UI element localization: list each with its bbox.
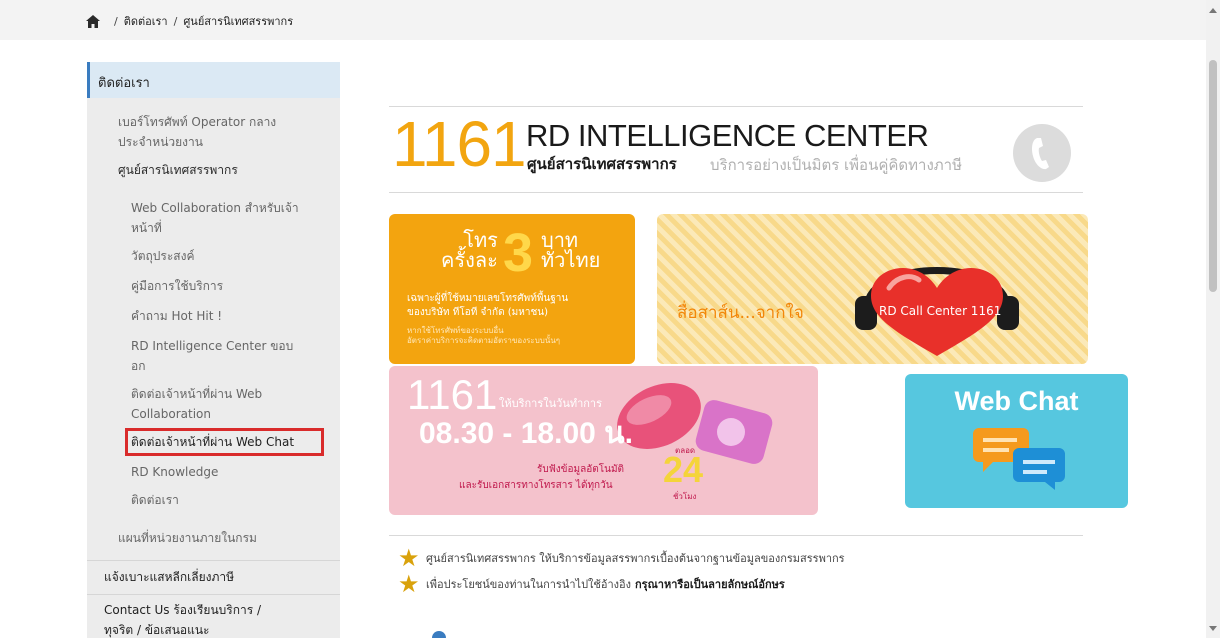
sidebar-item-label: ติดต่อเรา [131,493,179,507]
sidebar-header-label: ติดต่อเรา [98,76,150,91]
rate-text-left: โทร ครั้งละ [441,230,498,270]
rate-word-baht: บาท [541,228,579,252]
rate-price: 3 [503,223,534,283]
breadcrumb-separator: / [114,14,118,28]
sidebar-item-hot-hit[interactable]: คำถาม Hot Hit ! [131,306,222,326]
scroll-up-icon[interactable] [1209,8,1217,13]
sidebar-item-label: แผนที่หน่วยงานภายในกรม [118,531,257,545]
rate-word-call: โทร [463,228,498,252]
sidebar-item-label: วัตถุประสงค์ [131,249,195,263]
sidebar-divider [87,594,340,595]
sidebar-item-label: แจ้งเบาะแสหลีกเลี่ยงภาษี [104,570,235,584]
sidebar-item-office-map[interactable]: แผนที่หน่วยงานภายในกรม [118,528,257,548]
page-subtitle-light: บริการอย่างเป็นมิตร เพื่อนคู่คิดทางภาษี [710,156,962,174]
hours-time-range: 08.30 - 18.00 น. [419,417,633,450]
star-icon: ★ [398,544,420,572]
sidebar-item-label: RD Intelligence Center ขอบ [131,339,294,353]
sidebar-item-label: Web Collaboration สำหรับเจ้า [131,201,299,215]
headset-heart-icon [855,267,1019,356]
rate-note-line1: เฉพาะผู้ที่ใช้หมายเลขโทรศัพท์พื้นฐาน [407,293,569,304]
sidebar-item-web-collab-staff[interactable]: Web Collaboration สำหรับเจ้า หน้าที่ [131,198,299,238]
sidebar-item-operator[interactable]: เบอร์โทรศัพท์ Operator กลาง ประจำหน่วยงา… [118,112,276,152]
call-center-heart-label: RD Call Center 1161 [879,304,1002,318]
content-divider [389,535,1083,536]
hotline-number: 1161 [392,108,527,180]
sidebar-item-tax-evasion-report[interactable]: แจ้งเบาะแสหลีกเลี่ยงภาษี [104,567,234,587]
rate-text-right: บาท ทั่วไทย [541,230,600,270]
chat-bubbles-icon [973,428,1065,490]
call-center-banner[interactable]: สื่อสาส์น...จากใจ RD Call Center 1161 [657,214,1088,364]
sidebar-item-objective[interactable]: วัตถุประสงค์ [131,246,195,266]
hours-unit-label: ชั่วโมง [673,492,697,501]
sidebar-menu: ติดต่อเรา เบอร์โทรศัพท์ Operator กลาง ปร… [87,62,340,638]
hours-fax-info: และรับเอกสารทางโทรสาร ได้ทุกวัน [459,480,613,491]
breadcrumb-item-contact[interactable]: ติดต่อเรา [124,12,168,30]
sidebar-item-label: ติดต่อเจ้าหน้าที่ผ่าน Web [131,387,263,401]
breadcrumb: / ติดต่อเรา / ศูนย์สารนิเทศสรรพากร [86,12,293,30]
scroll-thumb[interactable] [1209,60,1217,292]
sidebar-item-label: คู่มือการใช้บริการ [131,279,224,293]
hours-service-label: ให้บริการในวันทำการ [499,397,603,410]
info-bullet: ★ เพื่อประโยชน์ของท่านในการนำไปใช้อ้างอิ… [398,570,785,598]
info-bullet-text: เพื่อประโยชน์ของท่านในการนำไปใช้อ้างอิง [426,578,632,591]
sidebar-item-manual[interactable]: คู่มือการใช้บริการ [131,276,223,296]
page-title: RD INTELLIGENCE CENTER [526,118,929,153]
highlight-box [125,428,324,456]
sidebar-item-label: RD Knowledge [131,465,219,479]
info-bullet: ★ ศูนย์สารนิเทศสรรพากร ให้บริการข้อมูลสร… [398,544,845,572]
sidebar-item-contact-us[interactable]: Contact Us ร้องเรียนบริการ / ทุจริต / ข้… [104,600,261,638]
call-center-slogan: สื่อสาส์น...จากใจ [677,303,804,323]
header-divider-bottom [389,192,1083,193]
sidebar-item-web-collaboration[interactable]: ติดต่อเจ้าหน้าที่ผ่าน Web Collaboration [131,384,262,424]
sidebar-item-rd-knowledge[interactable]: RD Knowledge [131,462,218,482]
hours-auto-info: รับฟังข้อมูลอัตโนมัติ [537,464,625,475]
hours-hotline-number: 1161 [407,371,498,418]
sidebar-item-label: หน้าที่ [131,221,162,235]
phone-icon [1013,124,1071,182]
sidebar-item-label: ทุจริต / ข้อเสนอแนะ [104,623,210,637]
page-scrollbar[interactable] [1206,0,1220,638]
scroll-down-icon[interactable] [1209,626,1217,631]
info-bullet-emphasis: กรุณาหารือเป็นลายลักษณ์อักษร [635,578,785,591]
sidebar-item-label: ศูนย์สารนิเทศสรรพากร [118,163,238,177]
rate-fine-line1: หากใช้โทรศัพท์ของระบบอื่น [407,326,504,335]
rate-word-per-call: ครั้งละ [441,248,498,272]
sidebar-item-label: ประจำหน่วยงาน [118,135,203,149]
hours-24: 24 [663,449,704,490]
home-icon[interactable] [86,14,100,28]
breadcrumb-bar: / ติดต่อเรา / ศูนย์สารนิเทศสรรพากร [0,0,1206,40]
breadcrumb-separator: / [173,14,178,28]
rate-word-nationwide: ทั่วไทย [541,248,601,272]
web-chat-banner[interactable]: Web Chat [905,374,1128,508]
sidebar-item-intelligence-center[interactable]: RD Intelligence Center ขอบ อก [131,336,293,376]
web-chat-title: Web Chat [954,386,1079,416]
page-subtitle-bold: ศูนย์สารนิเทศสรรพากร [527,155,677,173]
globe-icon [432,631,446,638]
sidebar-item-label: Contact Us ร้องเรียนบริการ / [104,603,262,617]
sidebar-item-contact[interactable]: ติดต่อเรา [131,490,179,510]
service-hours-banner[interactable]: 1161 ให้บริการในวันทำการ 08.30 - 18.00 น… [389,366,818,515]
sidebar-item-label: เบอร์โทรศัพท์ Operator กลาง [118,115,277,129]
sidebar-item-info-center[interactable]: ศูนย์สารนิเทศสรรพากร [118,160,238,180]
breadcrumb-item-current[interactable]: ศูนย์สารนิเทศสรรพากร [183,12,293,30]
sidebar-item-label: Collaboration [131,407,211,421]
rate-note-line2: ของบริษัท ทีโอที จำกัด (มหาชน) [407,307,548,318]
info-bullet-text: ศูนย์สารนิเทศสรรพากร ให้บริการข้อมูลสรรพ… [426,552,845,565]
sidebar-item-label: อก [131,359,146,373]
rate-fine-line2: อัตราค่าบริการจะคิดตามอัตราของระบบนั้นๆ [407,336,561,345]
sidebar-item-label: คำถาม Hot Hit ! [131,309,223,323]
star-icon: ★ [398,570,420,598]
sidebar-header[interactable]: ติดต่อเรา [87,62,340,98]
header-divider-top [389,106,1083,107]
call-rate-banner[interactable]: โทร ครั้งละ 3 บาท ทั่วไทย เฉพาะผู้ที่ใช้… [389,214,635,364]
sidebar-divider [87,560,340,561]
